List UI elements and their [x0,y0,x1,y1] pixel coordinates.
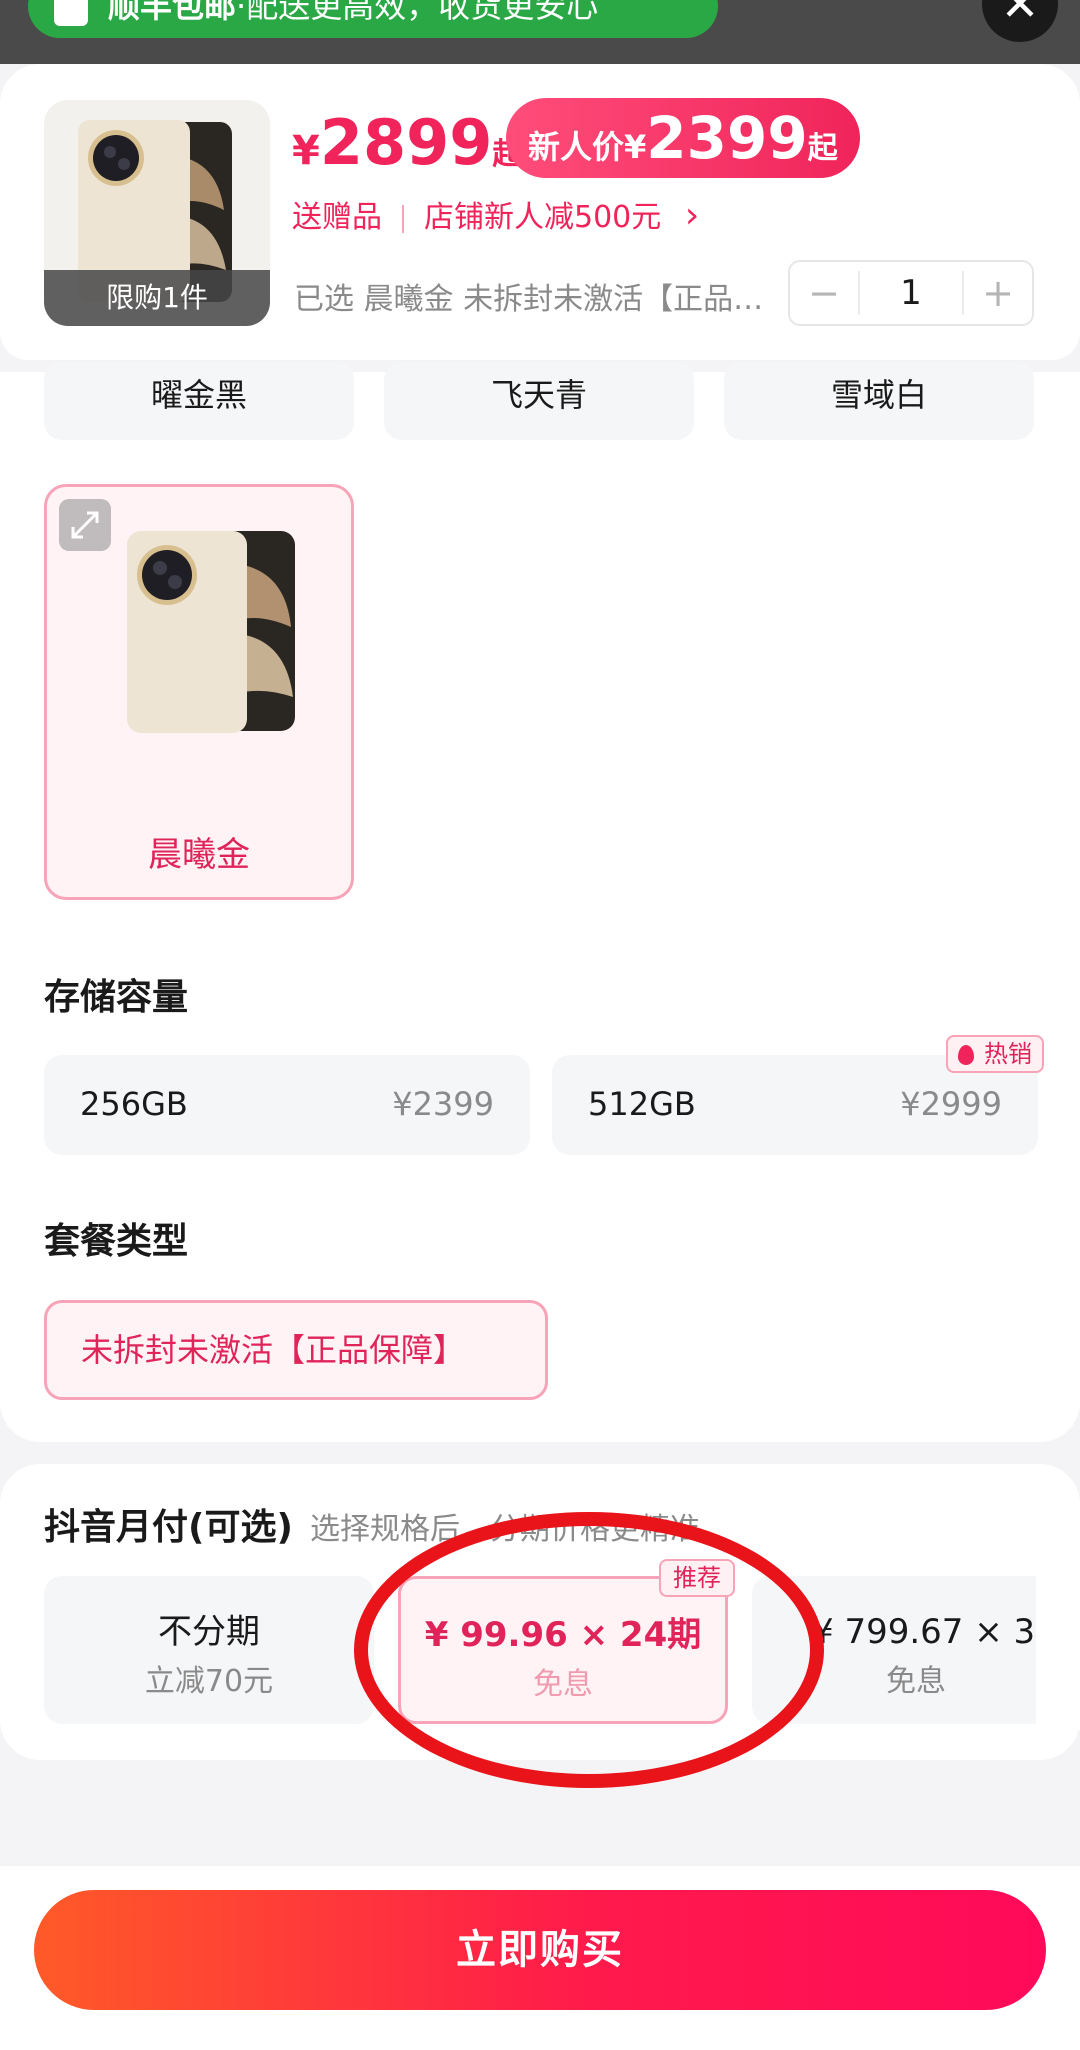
installment-title: 抖音月付(可选) [44,1507,293,1548]
installment-sub: 立减70元 [144,1664,274,1699]
storage-option[interactable]: 256GB ¥2399 [44,1055,530,1155]
flame-icon [958,1045,974,1065]
storage-capacity: 256GB [80,1085,188,1123]
close-icon: ✕ [1000,0,1040,31]
shipping-text: ·配送更高效，收货更安心 [236,0,599,25]
spec-panel: 曜金黑 飞天青 雪域白 晨曦金 存储容量 256GB ¥2399 512GB ¥… [0,362,1080,1442]
promo-divider [402,204,404,233]
shop-discount: 店铺新人减500元 [424,200,662,235]
storage-price: ¥2399 [392,1085,494,1123]
shipping-banner: 顺丰包邮·配送更高效，收货更安心 [28,0,718,38]
purchase-limit-badge: 限购1件 [44,270,270,326]
product-thumbnail[interactable]: 限购1件 [44,100,270,326]
price-value: 2899 [319,106,493,179]
newcomer-value: 2399 [646,104,808,172]
package-title: 套餐类型 [44,1221,189,1262]
storage-option[interactable]: 512GB ¥2999 热销 [552,1035,1044,1155]
promo-row[interactable]: 送赠品 店铺新人减500元 › [292,192,699,236]
color-option[interactable]: 曜金黑 [44,362,354,440]
bottom-bar: 立即购买 [0,1866,1080,2050]
top-overlay: 顺丰包邮·配送更高效，收货更安心 ✕ [0,0,1080,64]
buy-now-button[interactable]: 立即购买 [34,1890,1046,2010]
color-option-selected[interactable]: 晨曦金 [44,484,354,900]
newcomer-currency: ¥ [624,128,647,166]
newcomer-suffix: 起 [807,131,838,166]
price-original: ¥2899起 [292,106,522,179]
product-summary: 限购1件 ¥2899起 新人价¥2399起 送赠品 店铺新人减500元 › 已选 … [0,64,1080,360]
phone-image [93,517,307,737]
shipping-icon [54,0,88,26]
color-option[interactable]: 雪域白 [724,362,1034,440]
highlight-annotation [354,1512,824,1788]
hot-label: 热销 [984,1040,1032,1068]
gift-label: 送赠品 [292,200,382,235]
quantity-plus-button[interactable]: + [964,271,1032,315]
selected-spec-text: 已选 晨曦金 未拆封未激活【正品保障】 [294,282,764,317]
quantity-minus-button[interactable]: − [790,271,858,315]
hot-badge: 热销 [946,1035,1044,1073]
close-button[interactable]: ✕ [982,0,1058,42]
chevron-right-icon: › [684,195,700,236]
newcomer-label: 新人价 [528,128,625,166]
newcomer-price-badge: 新人价¥2399起 [506,98,860,178]
installment-main: 不分期 [158,1612,260,1652]
storage-title: 存储容量 [44,977,189,1018]
installment-option[interactable]: 不分期 立减70元 [44,1576,374,1724]
quantity-value[interactable]: 1 [858,271,964,315]
color-option[interactable]: 飞天青 [384,362,694,440]
shipping-title: 顺丰包邮 [108,0,237,25]
storage-capacity: 512GB [588,1085,696,1123]
scroll-edge [1036,1570,1080,1730]
package-option-selected[interactable]: 未拆封未激活【正品保障】 [44,1300,548,1400]
quantity-stepper: − 1 + [788,260,1034,326]
storage-price: ¥2999 [900,1085,1002,1123]
color-option-label: 晨曦金 [148,835,250,875]
price-currency: ¥ [292,128,320,174]
